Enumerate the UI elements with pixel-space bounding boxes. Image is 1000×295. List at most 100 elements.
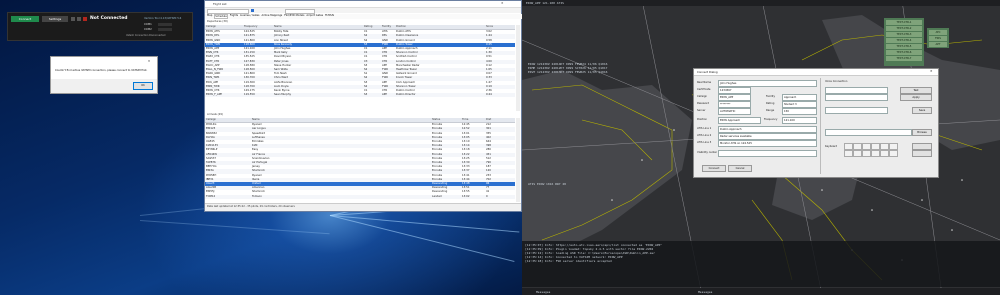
- settings-button[interactable]: Settings: [42, 16, 68, 22]
- tab-map[interactable]: Map: [207, 14, 212, 19]
- ctr-list-panel: TEXT-CTR-1 TEXT-CTR-2 TEXT-CTR-3 TEXT-CT…: [884, 18, 924, 66]
- ctr-item[interactable]: TEXT-CTR-3: [886, 32, 922, 37]
- filter-atc[interactable]: ATC: [929, 30, 947, 35]
- test-button[interactable]: Test: [900, 87, 932, 94]
- frequency-label: Frequency: [764, 118, 778, 121]
- key-button[interactable]: [889, 143, 898, 150]
- dialog-titlebar: Connect Dialog ✕: [694, 69, 938, 76]
- connect-button[interactable]: Connect: [702, 165, 726, 172]
- voice-channel-field[interactable]: [825, 94, 888, 101]
- divider: [820, 78, 821, 174]
- tab-airline-mappings[interactable]: Airline Mappings: [261, 14, 282, 19]
- table-row[interactable]: TOM12 Tomson Landed 13:02 0: [205, 194, 515, 199]
- tab-models[interactable]: FSX/P3D Models: [284, 14, 304, 19]
- save-button[interactable]: Save: [912, 107, 932, 114]
- dialog-message: Couldn't find active VATSIM connection, …: [55, 69, 148, 72]
- close-icon[interactable]: ✕: [501, 1, 504, 5]
- filter-apt[interactable]: APT: [929, 42, 947, 47]
- departures-label: Departures (39): [207, 20, 228, 23]
- table-cell: APP: [381, 93, 395, 98]
- key-apply-button[interactable]: [912, 143, 932, 150]
- device-select[interactable]: [825, 107, 888, 114]
- tab-fltpln[interactable]: FLTPLN: [325, 14, 334, 19]
- connect-button[interactable]: Connect: [11, 16, 39, 22]
- password-field[interactable]: ********: [718, 101, 751, 108]
- table-cell: Tomson: [251, 194, 431, 199]
- arrivals-table: Callsign Name Status Time Dist RYR14G Ryanair E…: [205, 118, 515, 199]
- version-info: Vectors Tool 4.13/VATSIM 5.6: [144, 17, 182, 20]
- connection-footer: Vatsim Connection Disconnected: [126, 34, 166, 37]
- key-button[interactable]: [844, 143, 853, 150]
- voice-server-field[interactable]: [825, 87, 888, 94]
- tab-flights[interactable]: Flights: [230, 14, 238, 19]
- table-cell: 119.550: [243, 93, 273, 98]
- close-icon[interactable]: ✕: [930, 69, 933, 73]
- com1-slider[interactable]: [158, 23, 172, 26]
- key-button[interactable]: [871, 150, 880, 157]
- com2-slider[interactable]: [158, 28, 172, 31]
- range-field[interactable]: 150: [782, 108, 817, 115]
- password-label: Password: [697, 102, 710, 105]
- messages-tab[interactable]: Messages: [536, 290, 550, 294]
- apply-button[interactable]: Apply: [900, 94, 932, 101]
- key-clear-button[interactable]: [912, 150, 932, 157]
- callsign-field[interactable]: EIDW_APP: [718, 94, 751, 101]
- record-icon[interactable]: [83, 17, 87, 21]
- facility-select[interactable]: Approach: [782, 94, 817, 101]
- ok-button[interactable]: OK: [133, 82, 153, 90]
- browse-button[interactable]: Browse: [912, 129, 932, 136]
- refresh-icon[interactable]: [251, 9, 254, 12]
- filter-firs[interactable]: FIRS: [929, 36, 947, 41]
- key-button[interactable]: [844, 150, 853, 157]
- table-row[interactable]: EIDW_F_APP 119.550 Sean Murphy S3 APP Dublin …: [205, 93, 515, 98]
- tab-liveries[interactable]: Liveries / Gates: [240, 14, 259, 19]
- tab-schedule[interactable]: Schedule: [214, 14, 228, 19]
- realname-field[interactable]: John Hughes: [718, 80, 817, 87]
- voice-group-label: Voice Connection: [825, 80, 848, 83]
- key-button[interactable]: [862, 150, 871, 157]
- ctr-item[interactable]: TEXT-CTR-1: [886, 20, 922, 25]
- light-beam: [329, 215, 515, 262]
- cid-label: Certificate: [697, 88, 711, 91]
- key-button[interactable]: [853, 143, 862, 150]
- ctr-item[interactable]: TEXT-CTR-5: [886, 44, 922, 49]
- key-button[interactable]: [871, 143, 880, 150]
- ctr-item[interactable]: TEXT-CTR-4: [886, 38, 922, 43]
- messages-tab-2[interactable]: Messages: [698, 290, 712, 294]
- ctr-item[interactable]: TEXT-CTR-6: [886, 50, 922, 55]
- connection-status: Not Connected: [90, 16, 128, 21]
- key-button[interactable]: [889, 150, 898, 157]
- com1-label: COM1: [144, 23, 152, 26]
- arrivals-label: Arrivals (29): [207, 113, 223, 116]
- key-button[interactable]: [853, 150, 862, 157]
- visibility-field[interactable]: [718, 150, 817, 157]
- departures-scrollbar[interactable]: [516, 25, 520, 111]
- speaker-icon[interactable]: [77, 17, 81, 21]
- key-button[interactable]: [880, 143, 889, 150]
- tab-airport-gates[interactable]: Airport Gates: [306, 14, 323, 19]
- rating-select[interactable]: Student 3: [782, 101, 817, 108]
- atis1-field[interactable]: Dublin Approach: [718, 126, 817, 133]
- ctr-item[interactable]: TEXT-CTR-7: [886, 56, 922, 61]
- path-field[interactable]: [825, 129, 912, 136]
- key-button[interactable]: [862, 143, 871, 150]
- cancel-button[interactable]: Cancel: [728, 165, 752, 172]
- position-field[interactable]: EIDW Approach: [718, 117, 761, 124]
- atis3-label: ATIS Line 3: [697, 141, 712, 144]
- frequency-field[interactable]: 121.100: [782, 117, 817, 124]
- dialog-title: Connect Dialog: [697, 70, 718, 74]
- vatsim-client-window: Connect Settings Not Connected Vectors T…: [7, 12, 193, 41]
- atis3-field[interactable]: Monitor ATIS on 124.525: [718, 140, 817, 147]
- arrivals-scrollbar[interactable]: [516, 118, 520, 202]
- key-button[interactable]: [880, 150, 889, 157]
- title-bar: Flight List ✕: [205, 1, 521, 8]
- close-icon[interactable]: ✕: [144, 59, 154, 63]
- server-select[interactable]: AUTOMATIC: [718, 108, 751, 115]
- status-text: Data last updated at 12:35:22 - 35 pilot…: [207, 205, 295, 208]
- cid-field[interactable]: 1234567: [718, 87, 751, 94]
- atis2-field[interactable]: Radar services available: [718, 133, 817, 140]
- mute-icon[interactable]: [71, 17, 75, 21]
- metar-3: EIWT 121230Z 23013KT 9999 FEW025 11/05 Q…: [528, 70, 608, 74]
- ctr-item[interactable]: TEXT-CTR-2: [886, 26, 922, 31]
- rating-label: Rating: [766, 102, 775, 105]
